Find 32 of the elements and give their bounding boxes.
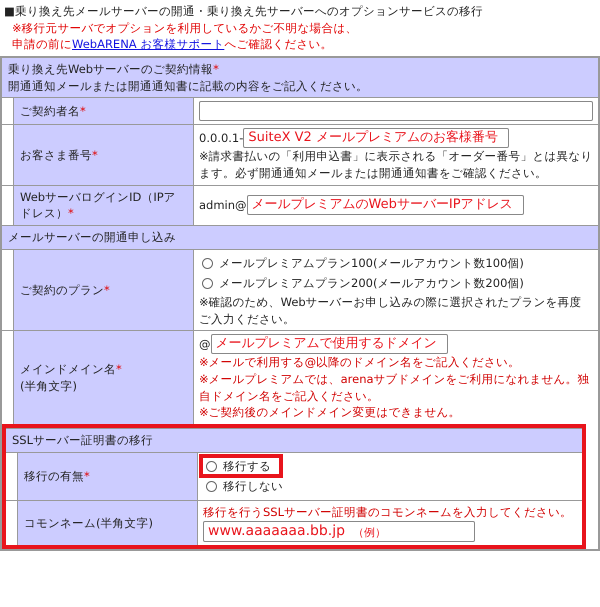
- warning-text: ※メールで利用する@以降のドメイン名をご記入ください。: [199, 354, 522, 372]
- example-value: www.aaaaaaa.bb.jp: [208, 522, 346, 541]
- field-label: お客さま番号*: [20, 148, 98, 162]
- section-title: SSLサーバー証明書の移行: [12, 433, 154, 448]
- notice-text: ※移行元サーバでオプションを利用しているかご不明な場合は、 申請の前にWebARENA お客様サポート へご確認ください。: [11, 20, 359, 54]
- support-link[interactable]: WebARENA お客様サポート: [72, 37, 224, 52]
- input-field[interactable]: www.aaaaaaa.bb.jp （例）: [203, 520, 475, 542]
- section-title: メールサーバーの開通申し込み: [8, 230, 176, 244]
- section-heading: ■乗り換え先メールサーバーの開通・乗り換え先サーバーへのオプションサービスの移行: [3, 3, 484, 20]
- field-sublabel: (半角文字): [20, 378, 78, 394]
- field-label: WebサーバログインID（IPアドレス）*: [20, 190, 176, 220]
- input-field[interactable]: メールプレミアムのWebサーバーIPアドレス: [246, 195, 524, 216]
- section-title: 乗り換え先Webサーバーのご契約情報*: [8, 62, 219, 76]
- example-label: （例）: [353, 524, 386, 541]
- warning-text: ※ご契約後のメインドメイン変更はできません。: [199, 404, 462, 422]
- field-label: 移行の有無*: [24, 469, 90, 484]
- radio-option[interactable]: 移行する: [199, 454, 283, 478]
- input-field[interactable]: メールプレミアムで使用するドメイン: [210, 334, 448, 354]
- field-prefix: 0.0.0.1-: [199, 130, 244, 147]
- field-label: メインドメイン名*: [20, 362, 122, 376]
- input-field[interactable]: SuiteX V2 メールプレミアムのお客様番号: [243, 128, 509, 148]
- note-text: ※請求書払いの「利用申込書」に表示される「オーダー番号」とは異なります。必ず開通通知メールまたは開通通知書をご確認ください。: [199, 148, 593, 182]
- field-label: ご契約のプラン*: [20, 282, 110, 297]
- note-text: ※確認のため、Webサーバーお申し込みの際に選択されたプランを再度ご入力ください。: [199, 294, 583, 328]
- field-label: ご契約者名*: [20, 104, 86, 118]
- warning-text: ※メールプレミアムでは、arenaサブドメインをご利用になれません。独自ドメイン名をご記入ください。: [199, 371, 591, 404]
- section-subtitle: 開通通知メールまたは開通通知書に記載の内容をご記入ください。: [8, 78, 369, 94]
- field-label: コモンネーム(半角文字): [24, 516, 153, 530]
- field-prefix: admin@: [199, 197, 247, 214]
- input-field[interactable]: [199, 101, 593, 122]
- warning-text: 移行を行うSSLサーバー証明書のコモンネームを入力してください。: [203, 504, 574, 521]
- field-prefix: @: [199, 336, 210, 353]
